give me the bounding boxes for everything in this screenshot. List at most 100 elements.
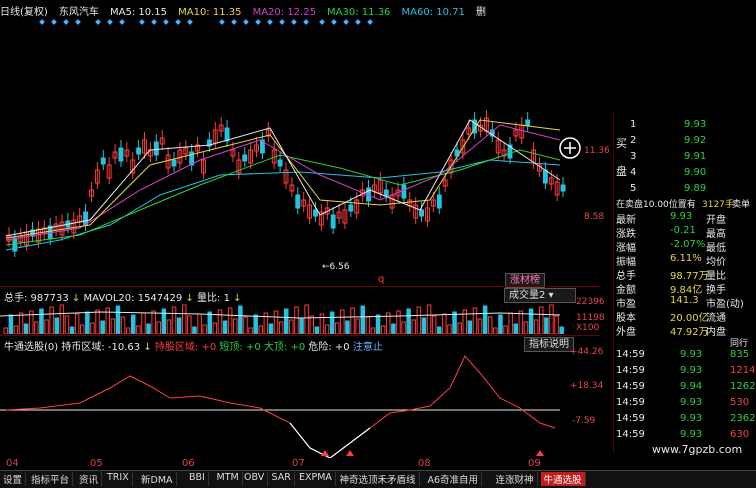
volume-bar (222, 320, 228, 334)
tab-item[interactable]: 指标平台 (28, 472, 74, 486)
stat-key2: 流通 (706, 313, 726, 324)
stat-key2: 最低 (706, 243, 726, 254)
volume-bar (268, 323, 274, 334)
volume-bar (447, 324, 452, 334)
book-level: 1 (630, 119, 637, 130)
candle-body (525, 119, 531, 127)
stat-key2: 换手 (706, 285, 726, 296)
stat-value: 20.00亿 (670, 313, 709, 324)
tick-price: 9.93 (680, 349, 703, 360)
tab-item[interactable]: A6奇准自用 (425, 472, 483, 486)
volume-bar (294, 306, 299, 334)
quote-panel: 买 盘 1 9.93 2 9.92 3 9.91 4 9.90 5 9.89 在… (613, 113, 756, 456)
volume-chart[interactable] (0, 298, 600, 334)
volume-bar (324, 324, 330, 334)
tab-item[interactable]: TRIX (104, 472, 133, 486)
volume-bar (23, 323, 29, 334)
sell-button[interactable]: 卖单 (732, 197, 750, 210)
volume-bar (452, 311, 457, 334)
candle-body (401, 184, 407, 199)
volume-bar (518, 310, 524, 334)
signal-diamond (151, 19, 157, 25)
volume-bar (350, 307, 355, 334)
ticks-header[interactable]: 同行 (730, 336, 748, 349)
volume-bar (340, 309, 345, 334)
candle-body (295, 194, 301, 209)
tab-item[interactable]: 牛通选股 (540, 472, 586, 486)
stat-key: 市盈 (616, 299, 636, 310)
volume-bar (554, 315, 559, 334)
volume-bar (411, 319, 416, 334)
tab-item[interactable]: SAR (269, 472, 295, 486)
tab-item[interactable]: 资讯 (76, 472, 103, 486)
stat-key: 股本 (616, 313, 636, 324)
candle-body (242, 154, 248, 162)
up-arrow-icon (346, 450, 354, 456)
volume-bar (95, 309, 100, 334)
tab-item[interactable]: OBV (241, 472, 269, 486)
volume-bar (365, 316, 371, 334)
volume-bar (161, 308, 167, 334)
volume-bar (8, 314, 14, 334)
tab-item[interactable]: 设置 (0, 472, 27, 486)
price-scale-low: 8.58 (584, 212, 605, 222)
stat-key: 涨跌 (616, 229, 636, 240)
volume-bar (146, 323, 151, 334)
candle-body (171, 159, 177, 167)
signal-diamond (279, 19, 285, 25)
volume-bar (457, 322, 462, 334)
signal-diamond (39, 19, 45, 25)
tab-item[interactable]: MTM (214, 472, 243, 486)
tab-item[interactable]: 连涨财神 (493, 472, 538, 486)
tab-item[interactable]: EXPMA (296, 472, 336, 486)
tab-item[interactable]: 神奇选顶禾矛盾线 (337, 472, 420, 486)
tick-vol: 2362 (730, 413, 756, 424)
indicator-line (5, 355, 556, 458)
signal-diamond (303, 19, 309, 25)
volume-bar (74, 313, 80, 334)
volume-bar (85, 311, 90, 334)
tick-time: 14:59 (616, 429, 645, 440)
volume-bar (284, 308, 289, 334)
stat-key2: 内盘 (706, 327, 726, 338)
signal-diamond (139, 19, 145, 25)
volume-bar (370, 327, 376, 334)
signal-diamond (267, 19, 273, 25)
sell-status: 在卖盘10.00位置有 (616, 200, 696, 210)
volume-bar (171, 306, 177, 334)
volume-bar (482, 305, 488, 334)
volume-bar (238, 305, 243, 334)
volume-bar (391, 323, 396, 334)
stat-value: 47.92万 (670, 327, 709, 338)
volume-bar (549, 304, 554, 334)
volume-bar (151, 310, 156, 334)
volume-bar (233, 318, 238, 334)
volume-bar (493, 327, 498, 334)
price-scale-high: 11.36 (584, 146, 610, 156)
book-level: 5 (630, 183, 637, 194)
volume-bar (477, 318, 483, 334)
volume-bar (406, 308, 411, 334)
tab-item[interactable]: 新DMA (138, 472, 177, 486)
signal-diamond (367, 19, 373, 25)
volume-bar (80, 324, 85, 334)
ma5-line (5, 119, 561, 237)
tab-item[interactable]: BBI (186, 472, 209, 486)
volume-bar (69, 326, 75, 334)
candle-body (313, 209, 318, 217)
stat-key: 涨幅 (616, 243, 636, 254)
volume-bar (176, 317, 182, 334)
xaxis-label: 08 (418, 458, 431, 469)
book-price: 9.89 (684, 183, 707, 194)
candle-body (136, 147, 142, 155)
indicator-scale-top: +44.26 (570, 347, 604, 357)
price-chart[interactable] (0, 0, 600, 285)
volume-bar (299, 317, 304, 334)
indicator-chart[interactable] (0, 348, 600, 458)
stat-value: 9.84亿 (670, 285, 703, 296)
volume-bar (243, 316, 248, 334)
volume-bar (197, 313, 202, 334)
signal-diamond (63, 19, 69, 25)
tick-price: 9.93 (680, 413, 703, 424)
signal-diamond (291, 19, 297, 25)
